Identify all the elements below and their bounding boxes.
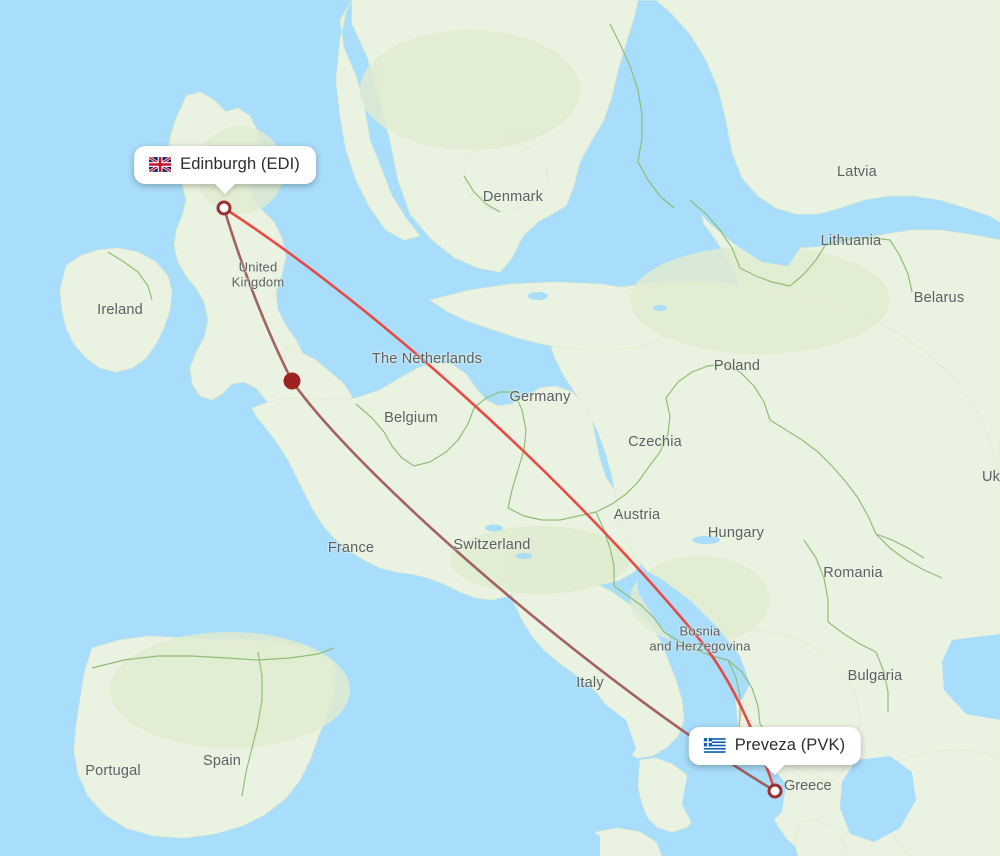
callout-tail (763, 764, 786, 775)
airport-callout-origin[interactable]: Edinburgh (EDI) (134, 146, 316, 194)
airport-callout-destination[interactable]: Preveza (PVK) (688, 727, 862, 775)
gb-flag-icon (149, 157, 172, 172)
airport-marker-destination[interactable] (767, 783, 783, 799)
gr-flag-icon (703, 738, 726, 753)
airport-marker-origin[interactable] (216, 200, 232, 216)
waypoint-marker-london-stop[interactable] (283, 372, 301, 390)
airport-callout-label: Edinburgh (EDI) (180, 155, 300, 173)
airport-callout-label: Preveza (PVK) (734, 736, 846, 754)
flight-route-map[interactable]: Ireland United Kingdom Denmark Latvia Lithua… (0, 0, 1000, 856)
callout-tail (214, 183, 236, 194)
